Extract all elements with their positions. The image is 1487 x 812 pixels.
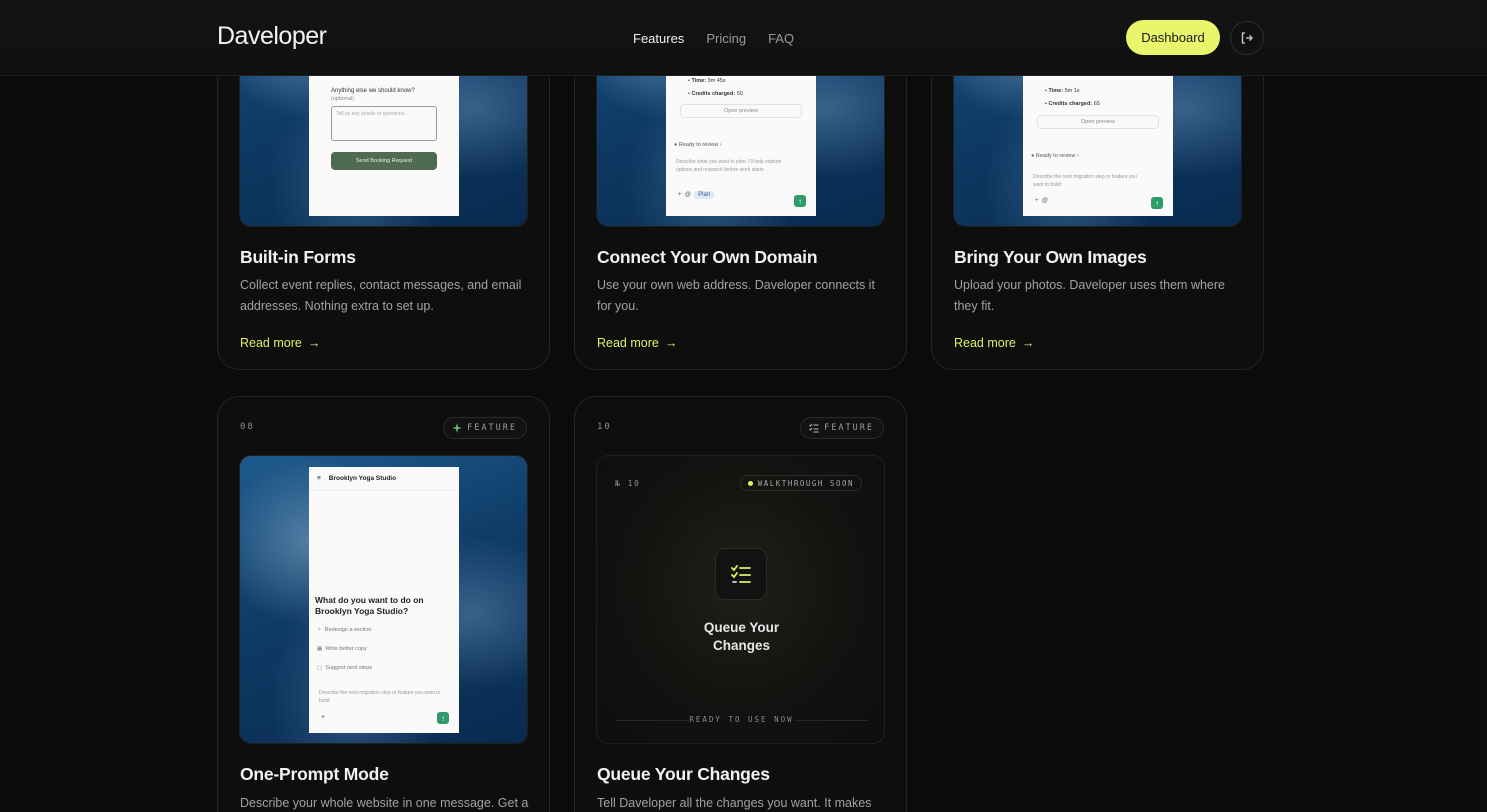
card-description: Tell Daveloper all the changes you want.…	[597, 796, 872, 810]
card-number: 08	[240, 422, 255, 432]
logout-button[interactable]	[1230, 21, 1264, 55]
read-more-label: Read more	[240, 336, 302, 350]
send-arrow-icon: ↑	[794, 195, 806, 207]
send-arrow-icon: ↑	[1151, 197, 1163, 209]
main-nav: Features Pricing FAQ	[633, 31, 816, 46]
mock-optional: (optional)	[331, 96, 354, 102]
plus-icon: +	[321, 714, 326, 721]
feature-media: ≡ Brooklyn Yoga Studio What do you want t…	[239, 455, 528, 744]
read-more-link[interactable]: Read more →	[597, 336, 677, 350]
mock-question: What do you want to do on Brooklyn Yoga …	[315, 595, 424, 616]
sparkle-icon	[452, 423, 463, 433]
list-check-icon	[731, 565, 751, 583]
card-title: Queue Your Changes	[597, 764, 770, 784]
arrow-right-icon: →	[1021, 336, 1035, 350]
mock-open-preview: Open preview	[680, 104, 802, 118]
feature-card-queue: 10 FEATURE № 10 WALKTHROUGH SOON Queue Y…	[574, 396, 907, 812]
mock-open-preview: Open preview	[1037, 115, 1159, 129]
mock-studio-header: ≡ Brooklyn Yoga Studio	[309, 467, 459, 491]
arrow-right-icon: →	[307, 336, 321, 350]
read-more-label: Read more	[597, 336, 659, 350]
card-title: Bring Your Own Images	[954, 247, 1147, 267]
feature-card-one-prompt: 08 FEATURE ≡ Brooklyn Yoga Studio What do…	[217, 396, 550, 812]
mock-time: • Time: 5m 1s	[1045, 88, 1080, 94]
queue-icon-tile	[715, 548, 767, 600]
phone-mockup: ≡ Brooklyn Yoga Studio What do you want t…	[309, 467, 459, 733]
mock-time: • Time: 3m 45s	[688, 78, 726, 84]
feature-tag: FEATURE	[800, 417, 884, 439]
card-title: Built-in Forms	[240, 247, 356, 267]
send-arrow-icon: ↑	[437, 712, 449, 724]
list-check-icon	[809, 423, 819, 433]
read-more-link[interactable]: Read more →	[240, 336, 320, 350]
mock-input-tools: + @ Plan	[678, 191, 715, 199]
mock-option: ▦ Write better copy	[317, 646, 367, 652]
mock-option: ▢ Suggest next steps	[317, 665, 373, 671]
card-title: One-Prompt Mode	[240, 764, 389, 784]
mock-ready: ● Ready to review ›	[674, 142, 722, 148]
menu-icon: ≡	[317, 475, 321, 482]
placeholder-footer: READY TO USE NOW	[689, 715, 794, 724]
logout-icon	[1241, 32, 1253, 44]
card-description: Upload your photos. Daveloper uses them …	[954, 278, 1225, 313]
arrow-right-icon: →	[664, 336, 678, 350]
read-more-link[interactable]: Read more →	[954, 336, 1034, 350]
placeholder-index: № 10	[615, 479, 641, 488]
nav-faq[interactable]: FAQ	[768, 31, 794, 46]
status-dot	[747, 480, 753, 486]
mock-input: Describe what you want to plan. I'll hel…	[676, 159, 782, 173]
mock-option: ✧ Redesign a section	[317, 627, 372, 633]
card-title: Connect Your Own Domain	[597, 247, 818, 267]
read-more-label: Read more	[954, 336, 1016, 350]
walkthrough-badge: WALKTHROUGH SOON	[739, 475, 862, 491]
card-description: Collect event replies, contact messages,…	[240, 278, 522, 313]
mock-credits: • Credits charged: 50	[688, 91, 743, 97]
mock-input: Describe the next migration step or feat…	[319, 690, 441, 704]
placeholder-title: Queue Your Changes	[703, 620, 780, 653]
logo[interactable]: Daveloper	[217, 22, 327, 51]
feature-media: № 10 WALKTHROUGH SOON Queue Your Changes…	[596, 455, 885, 744]
dashboard-button[interactable]: Dashboard	[1126, 20, 1220, 55]
mock-question: Anything else we should know?	[331, 88, 415, 94]
card-number: 10	[597, 422, 612, 432]
nav-features[interactable]: Features	[633, 31, 684, 46]
feature-tag: FEATURE	[443, 417, 527, 439]
mock-credits: • Credits charged: 65	[1045, 101, 1100, 107]
mock-textarea: Tell us any details or questions...	[331, 106, 437, 141]
mock-send-button: Send Booking Request	[331, 152, 437, 170]
card-description: Use your own web address. Daveloper conn…	[597, 278, 875, 313]
nav-pricing[interactable]: Pricing	[706, 31, 746, 46]
card-description: Describe your whole website in one messa…	[240, 796, 529, 810]
mock-input-tools: + @	[1035, 198, 1048, 204]
mock-input: Describe the next migration step or feat…	[1033, 174, 1137, 188]
top-navbar: Daveloper Features Pricing FAQ Dashboard	[0, 0, 1487, 76]
mock-ready: ● Ready to review ›	[1031, 153, 1079, 159]
